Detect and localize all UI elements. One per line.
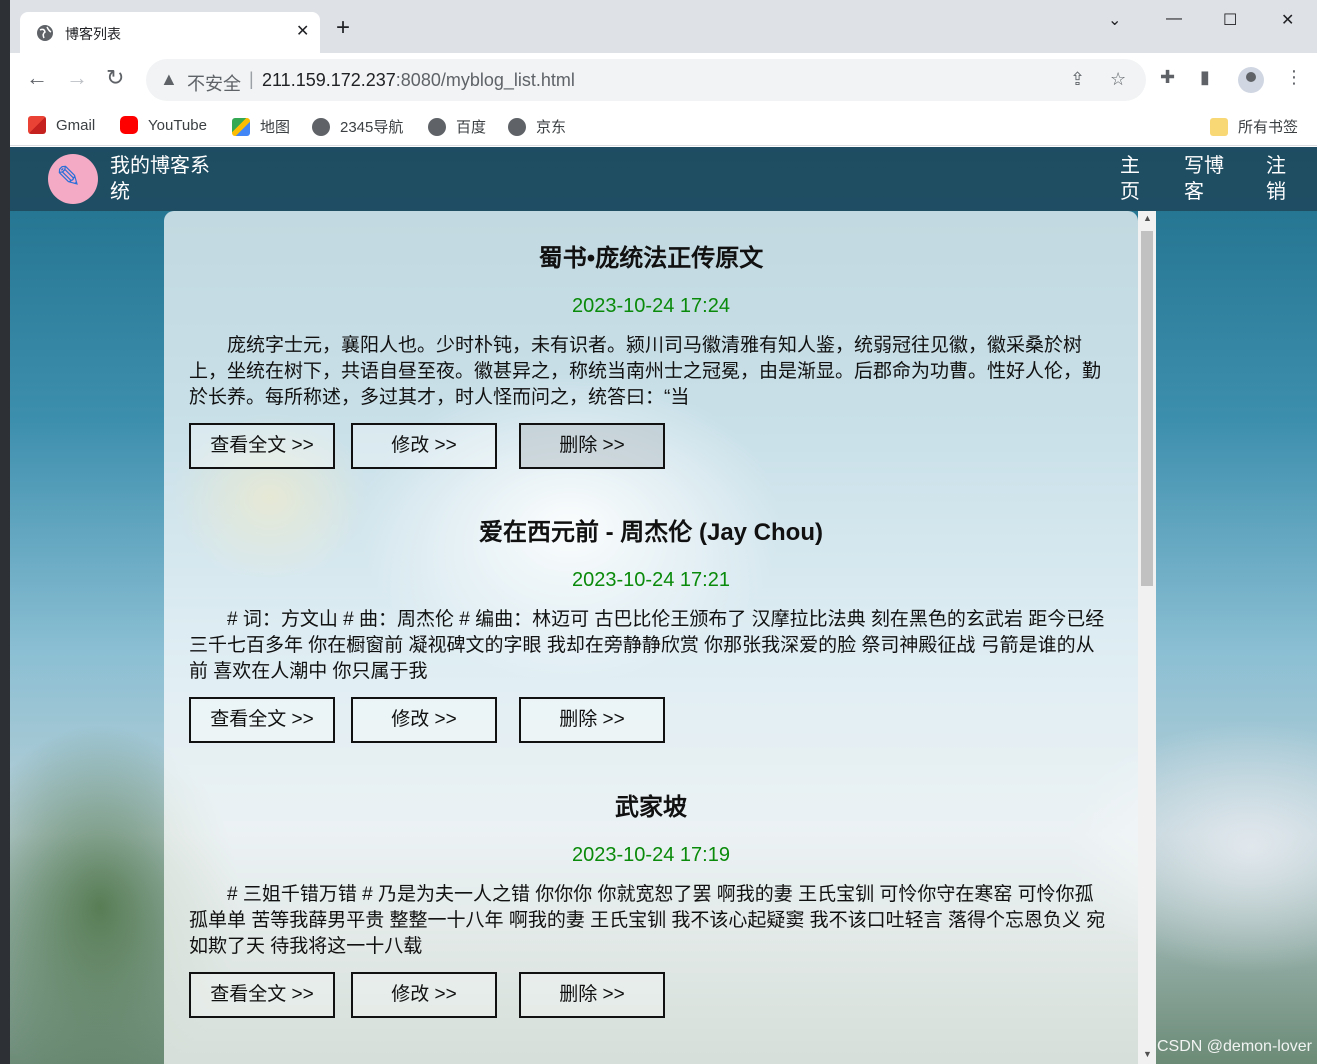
blog-date: 2023-10-24 17:24: [572, 295, 730, 317]
globe-icon: [312, 117, 330, 136]
delete-button[interactable]: 删除 >>: [519, 697, 665, 743]
warning-icon[interactable]: ▲: [160, 69, 178, 90]
bookmark-youtube[interactable]: YouTube: [120, 116, 207, 134]
blog-list-container: 蜀书•庞统法正传原文 2023-10-24 17:24 庞统字士元，襄阳人也。少…: [164, 211, 1138, 1064]
bookmark-jd[interactable]: 京东: [508, 116, 566, 137]
delete-button[interactable]: 删除 >>: [519, 423, 665, 469]
site-logo: ✎: [48, 154, 98, 204]
blog-title: 武家坡: [615, 794, 687, 821]
nav-home[interactable]: 主页: [1120, 153, 1144, 205]
nav-logout[interactable]: 注销: [1266, 153, 1290, 205]
globe-icon: [508, 117, 526, 136]
maps-icon: [232, 117, 250, 136]
close-tab-icon[interactable]: ✕: [296, 21, 309, 41]
bookmark-maps[interactable]: 地图: [232, 116, 290, 137]
blog-desc: # 三姐千错万错 # 乃是为夫一人之错 你你你 你就宽恕了罢 啊我的妻 王氏宝钏…: [189, 884, 1106, 957]
edit-button[interactable]: 修改 >>: [351, 697, 497, 743]
edit-button[interactable]: 修改 >>: [351, 423, 497, 469]
share-icon[interactable]: ⇪: [1070, 69, 1085, 90]
bookmark-label: 百度: [456, 119, 487, 136]
all-bookmarks[interactable]: 所有书签: [1210, 116, 1298, 137]
bookmark-label: YouTube: [148, 116, 207, 134]
tab-strip: 博客列表 ✕ + ⌄ — ☐ ✕: [10, 0, 1317, 53]
address-bar[interactable]: ▲ 不安全 | 211.159.172.237:8080/myblog_list…: [146, 59, 1146, 101]
blog-desc: 庞统字士元，襄阳人也。少时朴钝，未有识者。颍川司马徽清雅有知人鉴，统弱冠往见徽，…: [189, 335, 1102, 408]
minimize-icon[interactable]: —: [1166, 10, 1182, 28]
browser-toolbar: ← → ↻ ▲ 不安全 | 211.159.172.237:8080/myblo…: [10, 53, 1317, 107]
forward-icon[interactable]: →: [66, 65, 88, 91]
separator: |: [249, 69, 254, 89]
url-host: 211.159.172.237: [262, 70, 396, 90]
extensions-icon[interactable]: ✚: [1160, 67, 1175, 88]
scrollbar-thumb[interactable]: [1141, 231, 1153, 586]
url-path: :8080/myblog_list.html: [395, 70, 575, 90]
site-title: 我的博客系统: [110, 155, 210, 203]
bookmark-gmail[interactable]: Gmail: [28, 116, 95, 134]
maximize-icon[interactable]: ☐: [1223, 10, 1237, 30]
globe-icon: [37, 25, 53, 41]
tab-title: 博客列表: [65, 26, 121, 42]
delete-button[interactable]: 删除 >>: [519, 972, 665, 1018]
gmail-icon: [28, 116, 46, 134]
bookmark-star-icon[interactable]: ☆: [1110, 69, 1126, 90]
page-viewport: ✎ 我的博客系统 主页 写博客 注销 蜀书•庞统法正传原文 2023-10-24…: [10, 147, 1317, 1064]
bookmark-label: 京东: [536, 119, 567, 136]
security-label[interactable]: 不安全: [187, 70, 241, 96]
close-window-icon[interactable]: ✕: [1281, 10, 1294, 30]
menu-icon[interactable]: ⋮: [1285, 67, 1303, 88]
blog-title: 蜀书•庞统法正传原文: [538, 245, 764, 272]
reload-icon[interactable]: ↻: [106, 65, 124, 91]
scroll-up-icon[interactable]: ▲: [1143, 213, 1152, 223]
browser-window: 博客列表 ✕ + ⌄ — ☐ ✕ ← → ↻ ▲ 不安全 | 211.159.1…: [10, 0, 1317, 1064]
folder-icon: [1210, 117, 1228, 136]
globe-icon: [428, 117, 446, 136]
tab-search-icon[interactable]: ⌄: [1108, 10, 1121, 30]
view-full-button[interactable]: 查看全文 >>: [189, 697, 335, 743]
bookmark-2345[interactable]: 2345导航: [312, 116, 403, 137]
bookmark-label: 地图: [260, 119, 291, 136]
back-icon[interactable]: ←: [26, 65, 48, 91]
youtube-icon: [120, 116, 138, 134]
blog-date: 2023-10-24 17:19: [572, 844, 730, 866]
bookmarks-bar: Gmail YouTube 地图 2345导航 百度 京东 所有书签: [10, 107, 1317, 146]
browser-tab[interactable]: 博客列表 ✕: [20, 12, 320, 53]
view-full-button[interactable]: 查看全文 >>: [189, 972, 335, 1018]
blog-date: 2023-10-24 17:21: [572, 569, 730, 591]
scroll-down-icon[interactable]: ▼: [1143, 1049, 1152, 1059]
edit-button[interactable]: 修改 >>: [351, 972, 497, 1018]
view-full-button[interactable]: 查看全文 >>: [189, 423, 335, 469]
side-panel-icon[interactable]: ▮: [1200, 67, 1210, 88]
new-tab-button[interactable]: +: [336, 16, 350, 40]
site-navbar: ✎ 我的博客系统 主页 写博客 注销: [10, 147, 1317, 211]
container-scrollbar[interactable]: ▲ ▼: [1138, 211, 1156, 1064]
feather-icon: ✎: [56, 161, 82, 194]
watermark: CSDN @demon-lover: [1157, 1038, 1312, 1055]
blog-desc: # 词：方文山 # 曲：周杰伦 # 编曲：林迈可 古巴比伦王颁布了 汉摩拉比法典…: [189, 609, 1105, 682]
profile-avatar[interactable]: [1238, 67, 1264, 93]
bookmark-baidu[interactable]: 百度: [428, 116, 486, 137]
nav-write-blog[interactable]: 写博客: [1184, 153, 1228, 205]
url-text[interactable]: 211.159.172.237:8080/myblog_list.html: [262, 70, 575, 91]
all-bookmarks-label: 所有书签: [1238, 119, 1299, 136]
bookmark-label: Gmail: [56, 116, 96, 134]
blog-title: 爱在西元前 - 周杰伦 (Jay Chou): [478, 519, 823, 546]
bookmark-label: 2345导航: [340, 119, 404, 136]
background-window-edge: [1317, 0, 1325, 1064]
